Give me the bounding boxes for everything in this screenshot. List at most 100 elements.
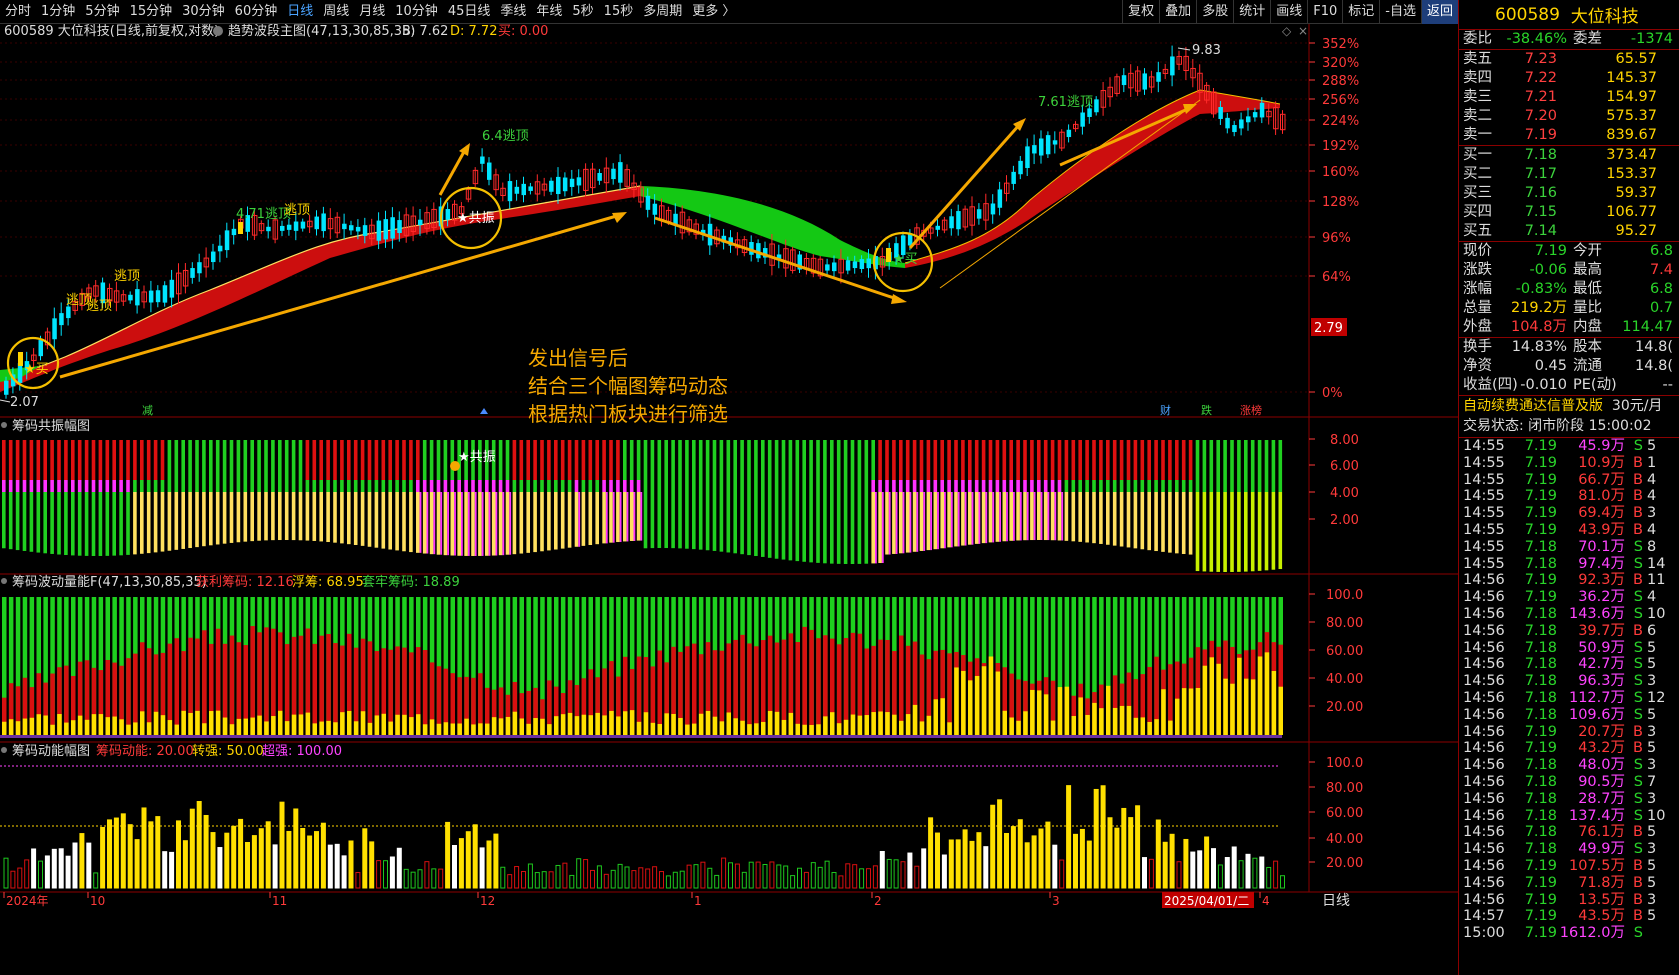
action-button[interactable]: -自选 <box>1379 0 1421 24</box>
tick-row[interactable]: 14:56 7.18 143.6万 S 10 <box>1459 606 1679 623</box>
bid-row[interactable]: 买四 7.15 106.77 <box>1459 203 1679 222</box>
p1-low-bar <box>567 492 572 548</box>
tick-row[interactable]: 14:56 7.19 13.5万 B 3 <box>1459 892 1679 909</box>
action-button[interactable]: 叠加 <box>1159 0 1196 24</box>
tick-row[interactable]: 14:55 7.19 81.0万 B 4 <box>1459 488 1679 505</box>
tick-list[interactable]: 14:55 7.19 45.9万 S 5 14:55 7.19 10.9万 B 1 14:55 7.1… <box>1459 438 1679 942</box>
p1-low-bar <box>505 492 510 555</box>
ask-row[interactable]: 卖一 7.19 839.67 <box>1459 126 1679 145</box>
tick-row[interactable]: 14:56 7.18 112.7万 S 12 <box>1459 690 1679 707</box>
tick-row[interactable]: 14:56 7.18 76.1万 B 5 <box>1459 824 1679 841</box>
period-tab[interactable]: 5分钟 <box>80 0 124 24</box>
chart-area[interactable]: 352% 320% 288% 256% 224% 192% 160% 128% 96% 64% 0%… <box>0 24 1458 975</box>
p1-top-bar <box>781 440 786 480</box>
tick-row[interactable]: 15:00 7.19 1612.0万 S <box>1459 925 1679 942</box>
tick-row[interactable]: 14:56 7.18 49.9万 S 3 <box>1459 841 1679 858</box>
tick-row[interactable]: 14:56 7.19 92.3万 B 11 <box>1459 572 1679 589</box>
tag-rank[interactable]: 涨榜 <box>1240 403 1262 417</box>
tick-row[interactable]: 14:55 7.19 69.4万 B 3 <box>1459 505 1679 522</box>
action-button[interactable]: 返回 <box>1420 0 1458 24</box>
ask-row[interactable]: 卖五 7.23 65.57 <box>1459 50 1679 69</box>
tick-side: B <box>1633 572 1643 589</box>
period-tab[interactable]: 5秒 <box>567 0 598 24</box>
period-tab[interactable]: 60分钟 <box>230 0 283 24</box>
p3-kinetic-bar <box>576 858 582 889</box>
p1-low-bar <box>761 492 765 557</box>
tick-row[interactable]: 14:56 7.18 48.0万 S 3 <box>1459 757 1679 774</box>
action-button[interactable]: 多股 <box>1196 0 1233 24</box>
p1-mid-bar <box>836 480 841 492</box>
tick-row[interactable]: 14:56 7.18 50.9万 S 5 <box>1459 640 1679 657</box>
period-tab[interactable]: 15分钟 <box>125 0 178 24</box>
action-button[interactable]: 画线 <box>1270 0 1307 24</box>
p1-low-bar <box>533 492 537 553</box>
p2-float-bar <box>347 710 352 735</box>
tick-row[interactable]: 14:57 7.19 43.5万 B 5 <box>1459 908 1679 925</box>
period-tab[interactable]: 月线 <box>354 0 390 24</box>
p3-kinetic-bar <box>893 859 899 889</box>
tick-row[interactable]: 14:55 7.18 97.4万 S 14 <box>1459 556 1679 573</box>
tick-row[interactable]: 14:56 7.19 71.8万 B 5 <box>1459 875 1679 892</box>
p2-float-bar <box>498 718 504 735</box>
signal-candle <box>886 248 891 262</box>
tick-row[interactable]: 14:56 7.18 42.7万 S 5 <box>1459 656 1679 673</box>
period-tab[interactable]: 季线 <box>495 0 531 24</box>
bid-row[interactable]: 买三 7.16 59.37 <box>1459 184 1679 203</box>
period-tab[interactable]: 多周期 <box>638 0 687 24</box>
kline-chart-svg[interactable]: 352% 320% 288% 256% 224% 192% 160% 128% 96% 64% 0%… <box>0 24 1458 975</box>
panel1-title[interactable]: 筹码共振幅图 <box>12 418 90 434</box>
p1-mid-bar <box>15 480 20 492</box>
ask-row[interactable]: 卖三 7.21 154.97 <box>1459 88 1679 107</box>
tick-row[interactable]: 14:56 7.18 28.7万 S 3 <box>1459 791 1679 808</box>
bottom-tab-daily[interactable]: 日线 <box>1310 892 1458 911</box>
period-tab[interactable]: 1分钟 <box>36 0 80 24</box>
period-tab[interactable]: 分时 <box>0 0 36 24</box>
tag-finance[interactable]: 财 <box>1160 403 1171 417</box>
tick-row[interactable]: 14:56 7.18 39.7万 B 6 <box>1459 623 1679 640</box>
action-button[interactable]: 标记 <box>1342 0 1379 24</box>
indicator-name[interactable]: 趋势波段主图(47,13,30,85,35) <box>228 24 415 39</box>
period-tab[interactable]: 周线 <box>318 0 354 24</box>
tick-row[interactable]: 14:55 7.19 10.9万 B 1 <box>1459 455 1679 472</box>
p2-profit-bar <box>319 635 324 735</box>
tick-row[interactable]: 14:56 7.18 137.4万 S 10 <box>1459 808 1679 825</box>
tick-row[interactable]: 14:56 7.19 36.2万 S 4 <box>1459 589 1679 606</box>
period-tab[interactable]: 年线 <box>531 0 567 24</box>
period-tab[interactable]: 10分钟 <box>390 0 443 24</box>
ask-row[interactable]: 卖四 7.22 145.37 <box>1459 69 1679 88</box>
action-button[interactable]: 复权 <box>1122 0 1159 24</box>
panel3-title[interactable]: 筹码动能幅图 <box>12 743 90 759</box>
subscription-ad[interactable]: 自动续费通达信普及版 30元/月 <box>1459 395 1679 416</box>
tag-fall[interactable]: 跌 <box>1201 403 1212 417</box>
close-icon[interactable]: × <box>1298 24 1308 38</box>
tag-reduce[interactable]: 减 <box>142 404 153 417</box>
tick-price: 7.18 <box>1524 639 1557 656</box>
period-tab[interactable]: 日线 <box>282 0 318 24</box>
tick-row[interactable]: 14:56 7.18 109.6万 S 5 <box>1459 707 1679 724</box>
tick-row[interactable]: 14:55 7.19 66.7万 B 4 <box>1459 472 1679 489</box>
p1-top-bar <box>685 440 689 480</box>
period-tab[interactable]: 15秒 <box>599 0 639 24</box>
tick-row[interactable]: 14:55 7.18 70.1万 S 8 <box>1459 539 1679 556</box>
tick-row[interactable]: 14:55 7.19 45.9万 S 5 <box>1459 438 1679 455</box>
panel2-title[interactable]: 筹码波动量能F(47,13,30,85,35) <box>12 574 207 590</box>
tick-row[interactable]: 14:56 7.18 96.3万 S 3 <box>1459 673 1679 690</box>
ask-row[interactable]: 卖二 7.20 575.37 <box>1459 107 1679 126</box>
collapse-icon[interactable]: ◇ <box>1282 24 1292 38</box>
bid-row[interactable]: 买二 7.17 153.37 <box>1459 165 1679 184</box>
candle-down <box>1225 117 1230 129</box>
tick-count: 5 <box>1647 824 1657 841</box>
action-button[interactable]: F10 <box>1307 0 1342 24</box>
period-tab[interactable]: 更多 〉 <box>687 0 740 24</box>
tick-row[interactable]: 14:56 7.19 107.5万 B 5 <box>1459 858 1679 875</box>
action-button[interactable]: 统计 <box>1233 0 1270 24</box>
p1-low-accent <box>1013 492 1015 541</box>
tick-row[interactable]: 14:56 7.19 20.7万 B 3 <box>1459 724 1679 741</box>
bid-row[interactable]: 买一 7.18 373.47 <box>1459 146 1679 165</box>
bid-row[interactable]: 买五 7.14 95.27 <box>1459 222 1679 241</box>
tick-row[interactable]: 14:55 7.19 43.9万 B 4 <box>1459 522 1679 539</box>
tick-row[interactable]: 14:56 7.18 90.5万 S 7 <box>1459 774 1679 791</box>
tick-row[interactable]: 14:56 7.19 43.2万 B 5 <box>1459 740 1679 757</box>
period-tab[interactable]: 30分钟 <box>177 0 230 24</box>
period-tab[interactable]: 45日线 <box>443 0 496 24</box>
